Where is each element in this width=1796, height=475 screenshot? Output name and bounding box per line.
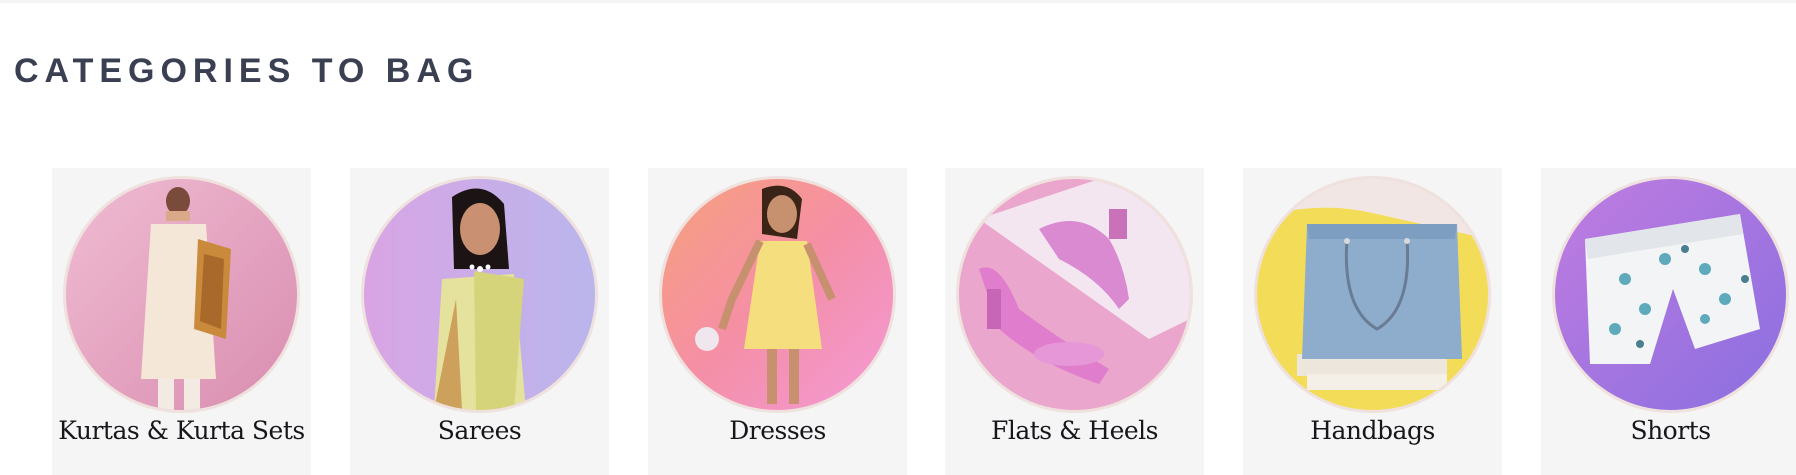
category-image-frame <box>956 176 1193 413</box>
category-image-frame <box>361 176 598 413</box>
kurta-model-photo <box>66 179 297 410</box>
category-image-frame <box>1552 176 1789 413</box>
category-card-kurtas[interactable]: Kurtas & Kurta Sets <box>52 168 311 475</box>
category-image-frame <box>1254 176 1491 413</box>
category-label: Shorts <box>1630 416 1711 445</box>
category-card-dresses[interactable]: Dresses <box>648 168 907 475</box>
category-label: Handbags <box>1310 416 1435 445</box>
category-image-frame <box>63 176 300 413</box>
shorts-photo <box>1555 179 1786 410</box>
handbag-photo <box>1257 179 1488 410</box>
category-label: Sarees <box>437 416 522 445</box>
category-label: Dresses <box>729 416 826 445</box>
heels-photo <box>959 179 1190 410</box>
category-card-sarees[interactable]: Sarees <box>350 168 609 475</box>
saree-model-photo <box>364 179 595 410</box>
category-card-flats-heels[interactable]: Flats & Heels <box>945 168 1204 475</box>
category-carousel: Kurtas & Kurta Sets Sarees Dresses Flats… <box>52 168 1796 475</box>
category-card-handbags[interactable]: Handbags <box>1243 168 1502 475</box>
category-image-frame <box>659 176 896 413</box>
category-label: Flats & Heels <box>991 416 1159 445</box>
category-card-shorts[interactable]: Shorts <box>1541 168 1796 475</box>
top-divider <box>0 0 1796 3</box>
category-label: Kurtas & Kurta Sets <box>58 416 305 445</box>
section-title: CATEGORIES TO BAG <box>14 52 480 90</box>
dress-model-photo <box>662 179 893 410</box>
